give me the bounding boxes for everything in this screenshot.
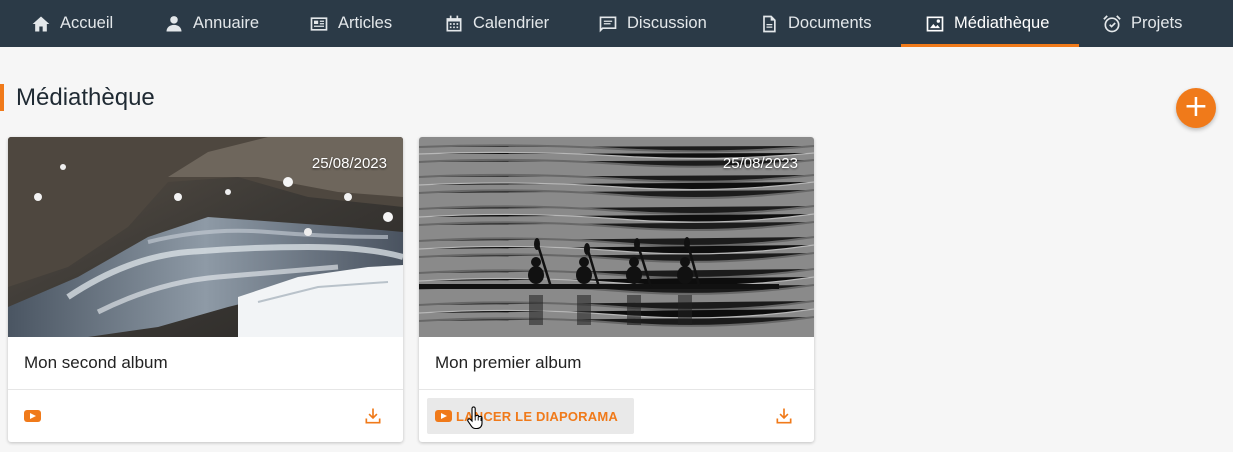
download-icon	[776, 408, 792, 424]
nav-item-label: Articles	[338, 14, 393, 32]
youtube-play-icon	[24, 410, 41, 422]
nav-item-label: Projets	[1131, 14, 1183, 32]
album-title[interactable]: Mon second album	[24, 353, 168, 373]
album-actions	[8, 390, 403, 442]
top-nav: Accueil Annuaire Articles Calendrier Dis…	[0, 0, 1233, 47]
nav-item-annuaire[interactable]: Annuaire	[163, 0, 259, 47]
nav-item-documents[interactable]: Documents	[758, 0, 871, 47]
download-button[interactable]	[774, 406, 794, 426]
person-icon	[163, 13, 185, 35]
alarm-check-icon	[1101, 13, 1123, 35]
nav-item-projets[interactable]: Projets	[1101, 0, 1182, 47]
album-cover-image[interactable]: 25/08/2023	[8, 137, 403, 337]
nav-item-accueil[interactable]: Accueil	[30, 0, 113, 47]
album-date: 25/08/2023	[311, 155, 387, 172]
download-icon	[365, 408, 381, 424]
hand-cursor-icon	[467, 406, 483, 430]
nav-item-discussion[interactable]: Discussion	[597, 0, 707, 47]
active-tab-indicator	[901, 44, 1079, 47]
album-title[interactable]: Mon premier album	[435, 353, 581, 373]
album-cover-image[interactable]: 25/08/2023	[419, 137, 814, 337]
nav-item-label: Calendrier	[473, 14, 550, 32]
nav-item-label: Discussion	[627, 14, 707, 32]
chat-icon	[597, 13, 619, 35]
add-album-button[interactable]: +	[1176, 88, 1216, 128]
album-card[interactable]: 25/08/2023 Mon second album	[8, 137, 403, 442]
title-accent-bar	[0, 84, 4, 111]
nav-item-label: Annuaire	[193, 14, 260, 32]
slideshow-button[interactable]: LANCER LE DIAPORAMA	[427, 398, 634, 434]
nav-item-articles[interactable]: Articles	[308, 0, 392, 47]
youtube-play-icon	[435, 410, 452, 422]
nav-item-calendrier[interactable]: Calendrier	[443, 0, 549, 47]
nav-item-label: Documents	[788, 14, 872, 32]
calendar-icon	[443, 13, 465, 35]
nav-item-label: Médiathèque	[954, 14, 1050, 32]
home-icon	[30, 13, 52, 35]
download-button[interactable]	[363, 406, 383, 426]
page-title: Médiathèque	[16, 84, 155, 111]
album-date: 25/08/2023	[722, 155, 798, 172]
album-card[interactable]: 25/08/2023 Mon premier album LANCER LE D…	[419, 137, 814, 442]
nav-item-mediatheque[interactable]: Médiathèque	[924, 0, 1049, 47]
image-icon	[924, 13, 946, 35]
article-icon	[308, 13, 330, 35]
nav-item-label: Accueil	[60, 14, 114, 32]
document-icon	[758, 13, 780, 35]
slideshow-button[interactable]	[16, 398, 52, 434]
